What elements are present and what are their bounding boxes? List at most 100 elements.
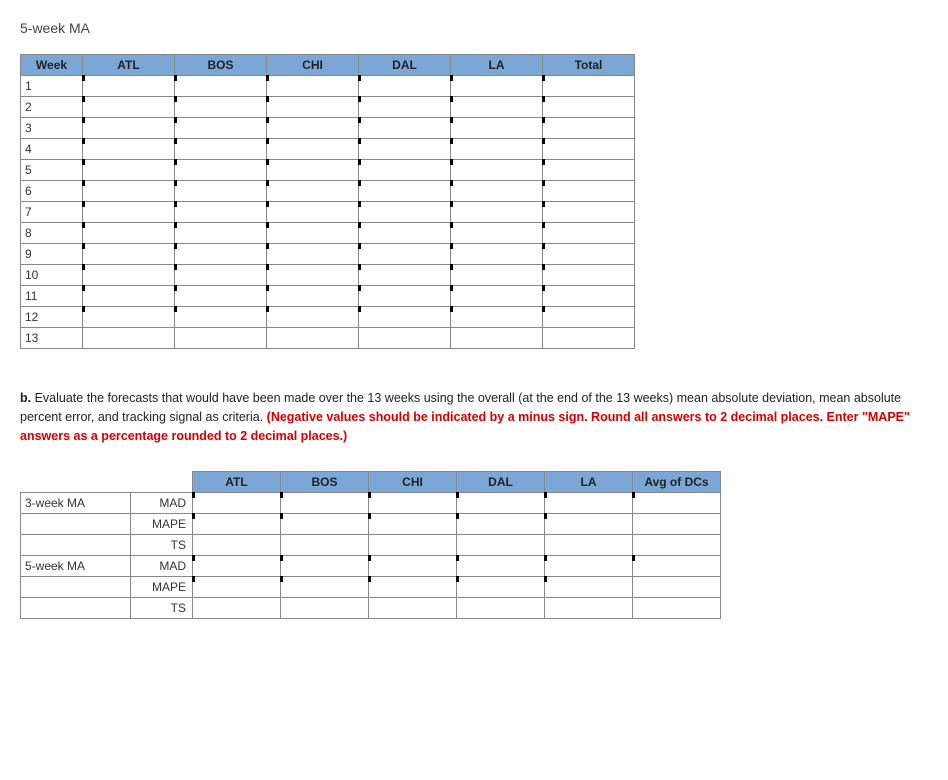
eval-cell[interactable]: [369, 598, 457, 619]
eval-cell[interactable]: [457, 514, 545, 535]
data-cell[interactable]: [543, 76, 635, 97]
eval-cell[interactable]: [457, 535, 545, 556]
data-cell[interactable]: [359, 118, 451, 139]
avg-cell[interactable]: [633, 577, 721, 598]
data-cell[interactable]: [359, 307, 451, 328]
data-cell[interactable]: [83, 223, 175, 244]
eval-cell[interactable]: [545, 493, 633, 514]
avg-cell[interactable]: [633, 556, 721, 577]
data-cell[interactable]: [451, 244, 543, 265]
data-cell[interactable]: [359, 97, 451, 118]
eval-cell[interactable]: [369, 493, 457, 514]
data-cell[interactable]: [543, 118, 635, 139]
eval-cell[interactable]: [457, 493, 545, 514]
data-cell[interactable]: [451, 76, 543, 97]
data-cell[interactable]: [543, 307, 635, 328]
data-cell[interactable]: [543, 139, 635, 160]
data-cell[interactable]: [359, 139, 451, 160]
data-cell[interactable]: [451, 307, 543, 328]
data-cell[interactable]: [83, 202, 175, 223]
avg-cell[interactable]: [633, 535, 721, 556]
data-cell[interactable]: [451, 139, 543, 160]
data-cell[interactable]: [267, 76, 359, 97]
data-cell[interactable]: [359, 202, 451, 223]
eval-cell[interactable]: [457, 577, 545, 598]
data-cell[interactable]: [451, 286, 543, 307]
eval-cell[interactable]: [281, 514, 369, 535]
data-cell[interactable]: [451, 202, 543, 223]
data-cell[interactable]: [175, 76, 267, 97]
data-cell[interactable]: [359, 160, 451, 181]
eval-cell[interactable]: [457, 556, 545, 577]
data-cell[interactable]: [175, 244, 267, 265]
data-cell[interactable]: [451, 223, 543, 244]
eval-cell[interactable]: [369, 535, 457, 556]
data-cell[interactable]: [543, 265, 635, 286]
data-cell[interactable]: [359, 181, 451, 202]
eval-cell[interactable]: [457, 598, 545, 619]
data-cell[interactable]: [543, 244, 635, 265]
data-cell[interactable]: [359, 265, 451, 286]
data-cell[interactable]: [83, 181, 175, 202]
data-cell[interactable]: [175, 328, 267, 349]
eval-cell[interactable]: [281, 493, 369, 514]
data-cell[interactable]: [267, 307, 359, 328]
data-cell[interactable]: [267, 202, 359, 223]
data-cell[interactable]: [267, 328, 359, 349]
eval-cell[interactable]: [369, 514, 457, 535]
data-cell[interactable]: [175, 265, 267, 286]
data-cell[interactable]: [543, 223, 635, 244]
data-cell[interactable]: [359, 244, 451, 265]
data-cell[interactable]: [451, 160, 543, 181]
data-cell[interactable]: [83, 160, 175, 181]
data-cell[interactable]: [83, 307, 175, 328]
data-cell[interactable]: [83, 139, 175, 160]
data-cell[interactable]: [267, 223, 359, 244]
data-cell[interactable]: [359, 328, 451, 349]
data-cell[interactable]: [451, 265, 543, 286]
eval-cell[interactable]: [193, 514, 281, 535]
data-cell[interactable]: [543, 181, 635, 202]
eval-cell[interactable]: [281, 535, 369, 556]
data-cell[interactable]: [83, 97, 175, 118]
data-cell[interactable]: [175, 286, 267, 307]
eval-cell[interactable]: [545, 598, 633, 619]
data-cell[interactable]: [451, 97, 543, 118]
eval-cell[interactable]: [545, 535, 633, 556]
data-cell[interactable]: [175, 181, 267, 202]
avg-cell[interactable]: [633, 514, 721, 535]
eval-cell[interactable]: [369, 556, 457, 577]
eval-cell[interactable]: [281, 598, 369, 619]
data-cell[interactable]: [359, 76, 451, 97]
data-cell[interactable]: [175, 160, 267, 181]
data-cell[interactable]: [267, 118, 359, 139]
data-cell[interactable]: [175, 223, 267, 244]
eval-cell[interactable]: [545, 577, 633, 598]
data-cell[interactable]: [267, 286, 359, 307]
data-cell[interactable]: [451, 118, 543, 139]
eval-cell[interactable]: [193, 598, 281, 619]
eval-cell[interactable]: [193, 493, 281, 514]
data-cell[interactable]: [175, 118, 267, 139]
data-cell[interactable]: [451, 181, 543, 202]
data-cell[interactable]: [359, 223, 451, 244]
data-cell[interactable]: [451, 328, 543, 349]
data-cell[interactable]: [267, 244, 359, 265]
data-cell[interactable]: [83, 244, 175, 265]
data-cell[interactable]: [543, 286, 635, 307]
avg-cell[interactable]: [633, 493, 721, 514]
data-cell[interactable]: [83, 286, 175, 307]
eval-cell[interactable]: [369, 577, 457, 598]
eval-cell[interactable]: [545, 514, 633, 535]
data-cell[interactable]: [83, 328, 175, 349]
data-cell[interactable]: [175, 97, 267, 118]
data-cell[interactable]: [543, 202, 635, 223]
data-cell[interactable]: [83, 118, 175, 139]
data-cell[interactable]: [175, 139, 267, 160]
data-cell[interactable]: [267, 160, 359, 181]
data-cell[interactable]: [543, 328, 635, 349]
eval-cell[interactable]: [281, 556, 369, 577]
data-cell[interactable]: [175, 202, 267, 223]
eval-cell[interactable]: [193, 535, 281, 556]
data-cell[interactable]: [83, 265, 175, 286]
